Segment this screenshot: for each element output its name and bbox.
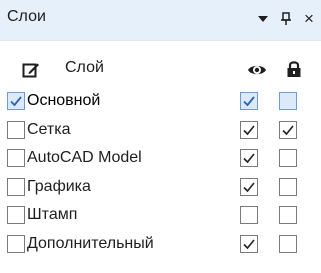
close-button[interactable]: × <box>299 4 319 34</box>
layer-visibility-checkbox[interactable] <box>240 120 258 139</box>
lock-icon <box>285 59 303 79</box>
layer-row[interactable]: AutoCAD Model <box>0 145 321 173</box>
layer-column-header: Слой <box>65 59 104 76</box>
panel-title: Слои <box>7 8 46 25</box>
layer-visibility-checkbox[interactable] <box>240 149 258 167</box>
layer-name: Графика <box>27 177 91 195</box>
layer-row[interactable]: Сетка <box>0 117 321 145</box>
layer-name: AutoCAD Model <box>27 149 142 166</box>
layer-row[interactable]: Графика <box>0 174 321 202</box>
layer-select-checkbox[interactable] <box>7 206 25 224</box>
layer-lock-checkbox[interactable] <box>279 234 297 253</box>
layer-lock-checkbox[interactable] <box>279 206 297 224</box>
layer-select-checkbox[interactable] <box>7 92 25 110</box>
eye-icon <box>247 60 267 80</box>
layer-name: Штамп <box>27 206 78 223</box>
layer-row[interactable]: Основной <box>0 88 321 116</box>
pin-icon[interactable] <box>276 4 296 34</box>
layer-name: Сетка <box>27 120 71 138</box>
layer-select-checkbox[interactable] <box>7 149 25 167</box>
layer-select-checkbox[interactable] <box>7 120 25 139</box>
layer-name: Основной <box>27 92 101 109</box>
layer-visibility-checkbox[interactable] <box>240 206 258 224</box>
layers-panel: Слои × Слой Основной Сетка AutoCAD Model… <box>0 0 321 273</box>
layer-select-checkbox[interactable] <box>7 234 25 253</box>
layer-lock-checkbox[interactable] <box>279 120 297 139</box>
triangle-down-icon[interactable] <box>253 4 273 34</box>
layer-visibility-checkbox[interactable] <box>240 234 258 253</box>
layer-lock-checkbox[interactable] <box>279 149 297 167</box>
layer-lock-checkbox[interactable] <box>279 177 297 196</box>
close-icon: × <box>304 9 314 28</box>
layer-row[interactable]: Дополнительный <box>0 231 321 259</box>
layer-row[interactable]: Штамп <box>0 202 321 230</box>
layer-visibility-checkbox[interactable] <box>240 177 258 196</box>
layers-header-row: Слой <box>0 55 321 83</box>
panel-titlebar: Слои × <box>0 0 321 41</box>
layer-lock-checkbox[interactable] <box>279 92 297 110</box>
layer-name: Дополнительный <box>27 234 154 252</box>
edit-pencil-icon[interactable] <box>22 61 40 79</box>
layer-select-checkbox[interactable] <box>7 177 25 196</box>
layer-visibility-checkbox[interactable] <box>240 92 258 110</box>
